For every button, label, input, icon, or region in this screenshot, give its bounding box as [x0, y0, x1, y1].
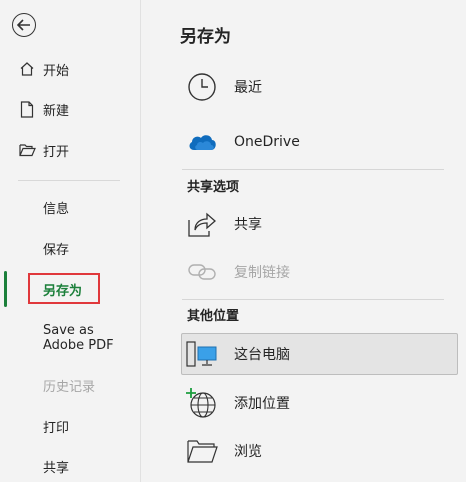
sidebar-item-label: 打印	[43, 420, 70, 436]
sidebar-item-label: 共享	[43, 460, 70, 476]
sidebar-item-label: 新建	[43, 103, 70, 119]
sidebar-item-print[interactable]: 打印	[0, 410, 140, 442]
sidebar-item-history[interactable]: 历史记录	[0, 369, 140, 401]
sidebar-divider	[18, 180, 120, 181]
sidebar-item-info[interactable]: 信息	[0, 191, 140, 223]
option-label: OneDrive	[234, 134, 300, 150]
sidebar-item-open[interactable]: 打开	[0, 134, 140, 166]
onedrive-cloud-icon	[186, 126, 218, 158]
option-browse[interactable]: 浏览	[182, 431, 458, 471]
sidebar-item-label: 保存	[43, 242, 70, 258]
section-divider	[182, 169, 444, 170]
section-divider	[182, 299, 444, 300]
back-arrow-icon[interactable]	[12, 13, 36, 37]
option-add-location[interactable]: 添加位置	[182, 383, 458, 423]
option-label: 共享	[234, 217, 262, 233]
new-document-icon	[17, 99, 37, 119]
save-as-line: Save as	[43, 323, 94, 338]
clock-icon	[186, 71, 218, 103]
sidebar-item-save-as-adobe-pdf[interactable]: Save as Adobe PDF	[0, 323, 140, 357]
option-label: 浏览	[234, 444, 262, 460]
sidebar-item-share[interactable]: 共享	[0, 450, 140, 482]
open-folder-icon	[17, 140, 37, 160]
option-label: 最近	[234, 80, 262, 96]
sidebar-item-label: Save as Adobe PDF	[43, 323, 114, 353]
option-label: 这台电脑	[234, 347, 290, 363]
sidebar-item-save[interactable]: 保存	[0, 232, 140, 264]
option-label: 添加位置	[234, 396, 290, 412]
pc-icon	[186, 338, 218, 370]
option-this-pc[interactable]: 这台电脑	[181, 333, 458, 375]
option-onedrive[interactable]: OneDrive	[182, 122, 458, 162]
sidebar-item-label: 开始	[43, 63, 70, 79]
sidebar-item-label: 另存为	[43, 283, 83, 299]
share-options-heading: 共享选项	[187, 180, 240, 195]
option-copy-link[interactable]: 复制链接	[182, 252, 458, 292]
adobe-pdf-line: Adobe PDF	[43, 338, 114, 353]
home-icon	[17, 59, 37, 79]
save-as-pane: 另存为 最近 OneDrive 共享选项 共享 复制链接 其他位置 这台电脑 添…	[142, 0, 466, 482]
folder-icon	[186, 435, 218, 467]
backstage-sidebar: 开始 新建 打开 信息 保存 另存为 Save as Adobe PDF 历史记…	[0, 0, 141, 482]
option-share[interactable]: 共享	[182, 204, 458, 244]
sidebar-item-label: 打开	[43, 144, 70, 160]
other-locations-heading: 其他位置	[187, 309, 240, 324]
sidebar-item-home[interactable]: 开始	[0, 53, 140, 85]
sidebar-item-label: 信息	[43, 201, 70, 217]
page-title: 另存为	[180, 27, 231, 47]
option-label: 复制链接	[234, 265, 290, 281]
globe-add-icon	[186, 387, 218, 419]
link-icon	[186, 256, 218, 288]
share-icon	[186, 208, 218, 240]
option-recent[interactable]: 最近	[182, 67, 458, 107]
sidebar-item-save-as[interactable]: 另存为	[0, 273, 140, 305]
sidebar-item-label: 历史记录	[43, 379, 96, 395]
sidebar-item-new[interactable]: 新建	[0, 93, 140, 125]
